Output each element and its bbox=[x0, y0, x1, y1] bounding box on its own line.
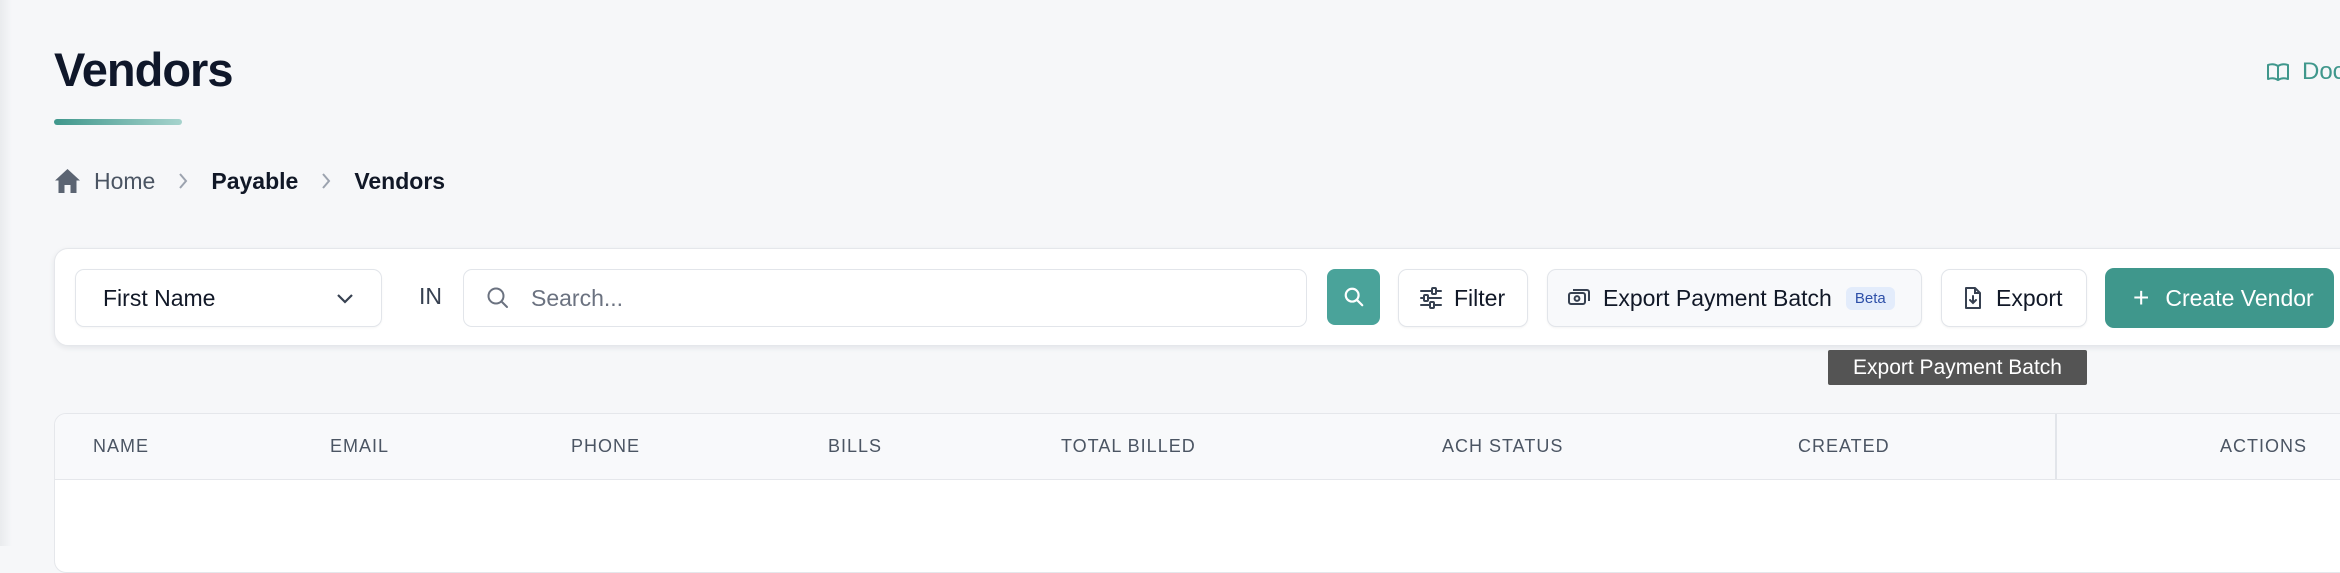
search-input[interactable] bbox=[529, 283, 1293, 313]
docs-link[interactable]: Doc bbox=[2266, 58, 2340, 86]
column-header-name[interactable]: NAME bbox=[93, 436, 149, 457]
chevron-right-icon bbox=[177, 172, 189, 190]
export-button[interactable]: Export bbox=[1941, 269, 2087, 327]
file-download-icon bbox=[1965, 287, 1981, 309]
column-header-actions: ACTIONS bbox=[2220, 436, 2308, 456]
column-divider bbox=[2055, 414, 2057, 479]
left-edge-shadow bbox=[0, 0, 12, 546]
filter-label: Filter bbox=[1454, 284, 1506, 311]
vendors-table: NAME EMAIL PHONE BILLS TOTAL BILLED ACH … bbox=[54, 413, 2340, 573]
export-payment-batch-label: Export Payment Batch bbox=[1603, 284, 1832, 311]
filter-button[interactable]: Filter bbox=[1398, 269, 1528, 327]
beta-badge: Beta bbox=[1845, 286, 1895, 310]
column-header-bills[interactable]: BILLS bbox=[828, 436, 882, 457]
export-payment-batch-button[interactable]: Export Payment Batch Beta bbox=[1547, 269, 1922, 327]
table-header: NAME EMAIL PHONE BILLS TOTAL BILLED ACH … bbox=[55, 414, 2340, 480]
column-header-created[interactable]: CREATED bbox=[1798, 436, 1890, 457]
book-open-icon bbox=[2267, 63, 2289, 81]
chevron-right-icon bbox=[320, 172, 332, 190]
column-header-ach-status[interactable]: ACH STATUS bbox=[1442, 436, 1563, 457]
plus-icon: + bbox=[2133, 282, 2150, 313]
search-toolbar: First Name IN Filter bbox=[54, 248, 2340, 346]
sliders-icon bbox=[1420, 287, 1442, 309]
home-icon bbox=[55, 169, 80, 193]
in-label: IN bbox=[419, 283, 442, 309]
field-select-value: First Name bbox=[103, 284, 216, 311]
breadcrumb-payable[interactable]: Payable bbox=[211, 168, 298, 195]
breadcrumb-home-label: Home bbox=[94, 167, 156, 194]
docs-label: Doc bbox=[2302, 58, 2340, 85]
column-header-total-billed[interactable]: TOTAL BILLED bbox=[1061, 436, 1196, 457]
tooltip: Export Payment Batch bbox=[1828, 350, 2087, 385]
create-vendor-button[interactable]: + Create Vendor bbox=[2105, 268, 2334, 328]
column-header-email[interactable]: EMAIL bbox=[330, 436, 389, 457]
cash-icon bbox=[1568, 289, 1590, 305]
breadcrumb-current: Vendors bbox=[354, 167, 446, 194]
page-title: Vendors bbox=[54, 43, 233, 96]
breadcrumb: Home Payable Vendors bbox=[54, 165, 445, 197]
breadcrumb-home[interactable]: Home bbox=[54, 168, 155, 195]
create-vendor-label: Create Vendor bbox=[2165, 284, 2314, 311]
search-icon bbox=[1344, 287, 1363, 307]
field-select[interactable]: First Name bbox=[75, 269, 382, 327]
title-underline bbox=[54, 119, 182, 125]
search-icon bbox=[487, 287, 508, 308]
search-button[interactable] bbox=[1327, 269, 1380, 325]
export-label: Export bbox=[1996, 284, 2063, 311]
chevron-down-icon bbox=[337, 294, 353, 304]
search-field[interactable] bbox=[463, 269, 1307, 327]
column-header-phone[interactable]: PHONE bbox=[571, 436, 640, 457]
